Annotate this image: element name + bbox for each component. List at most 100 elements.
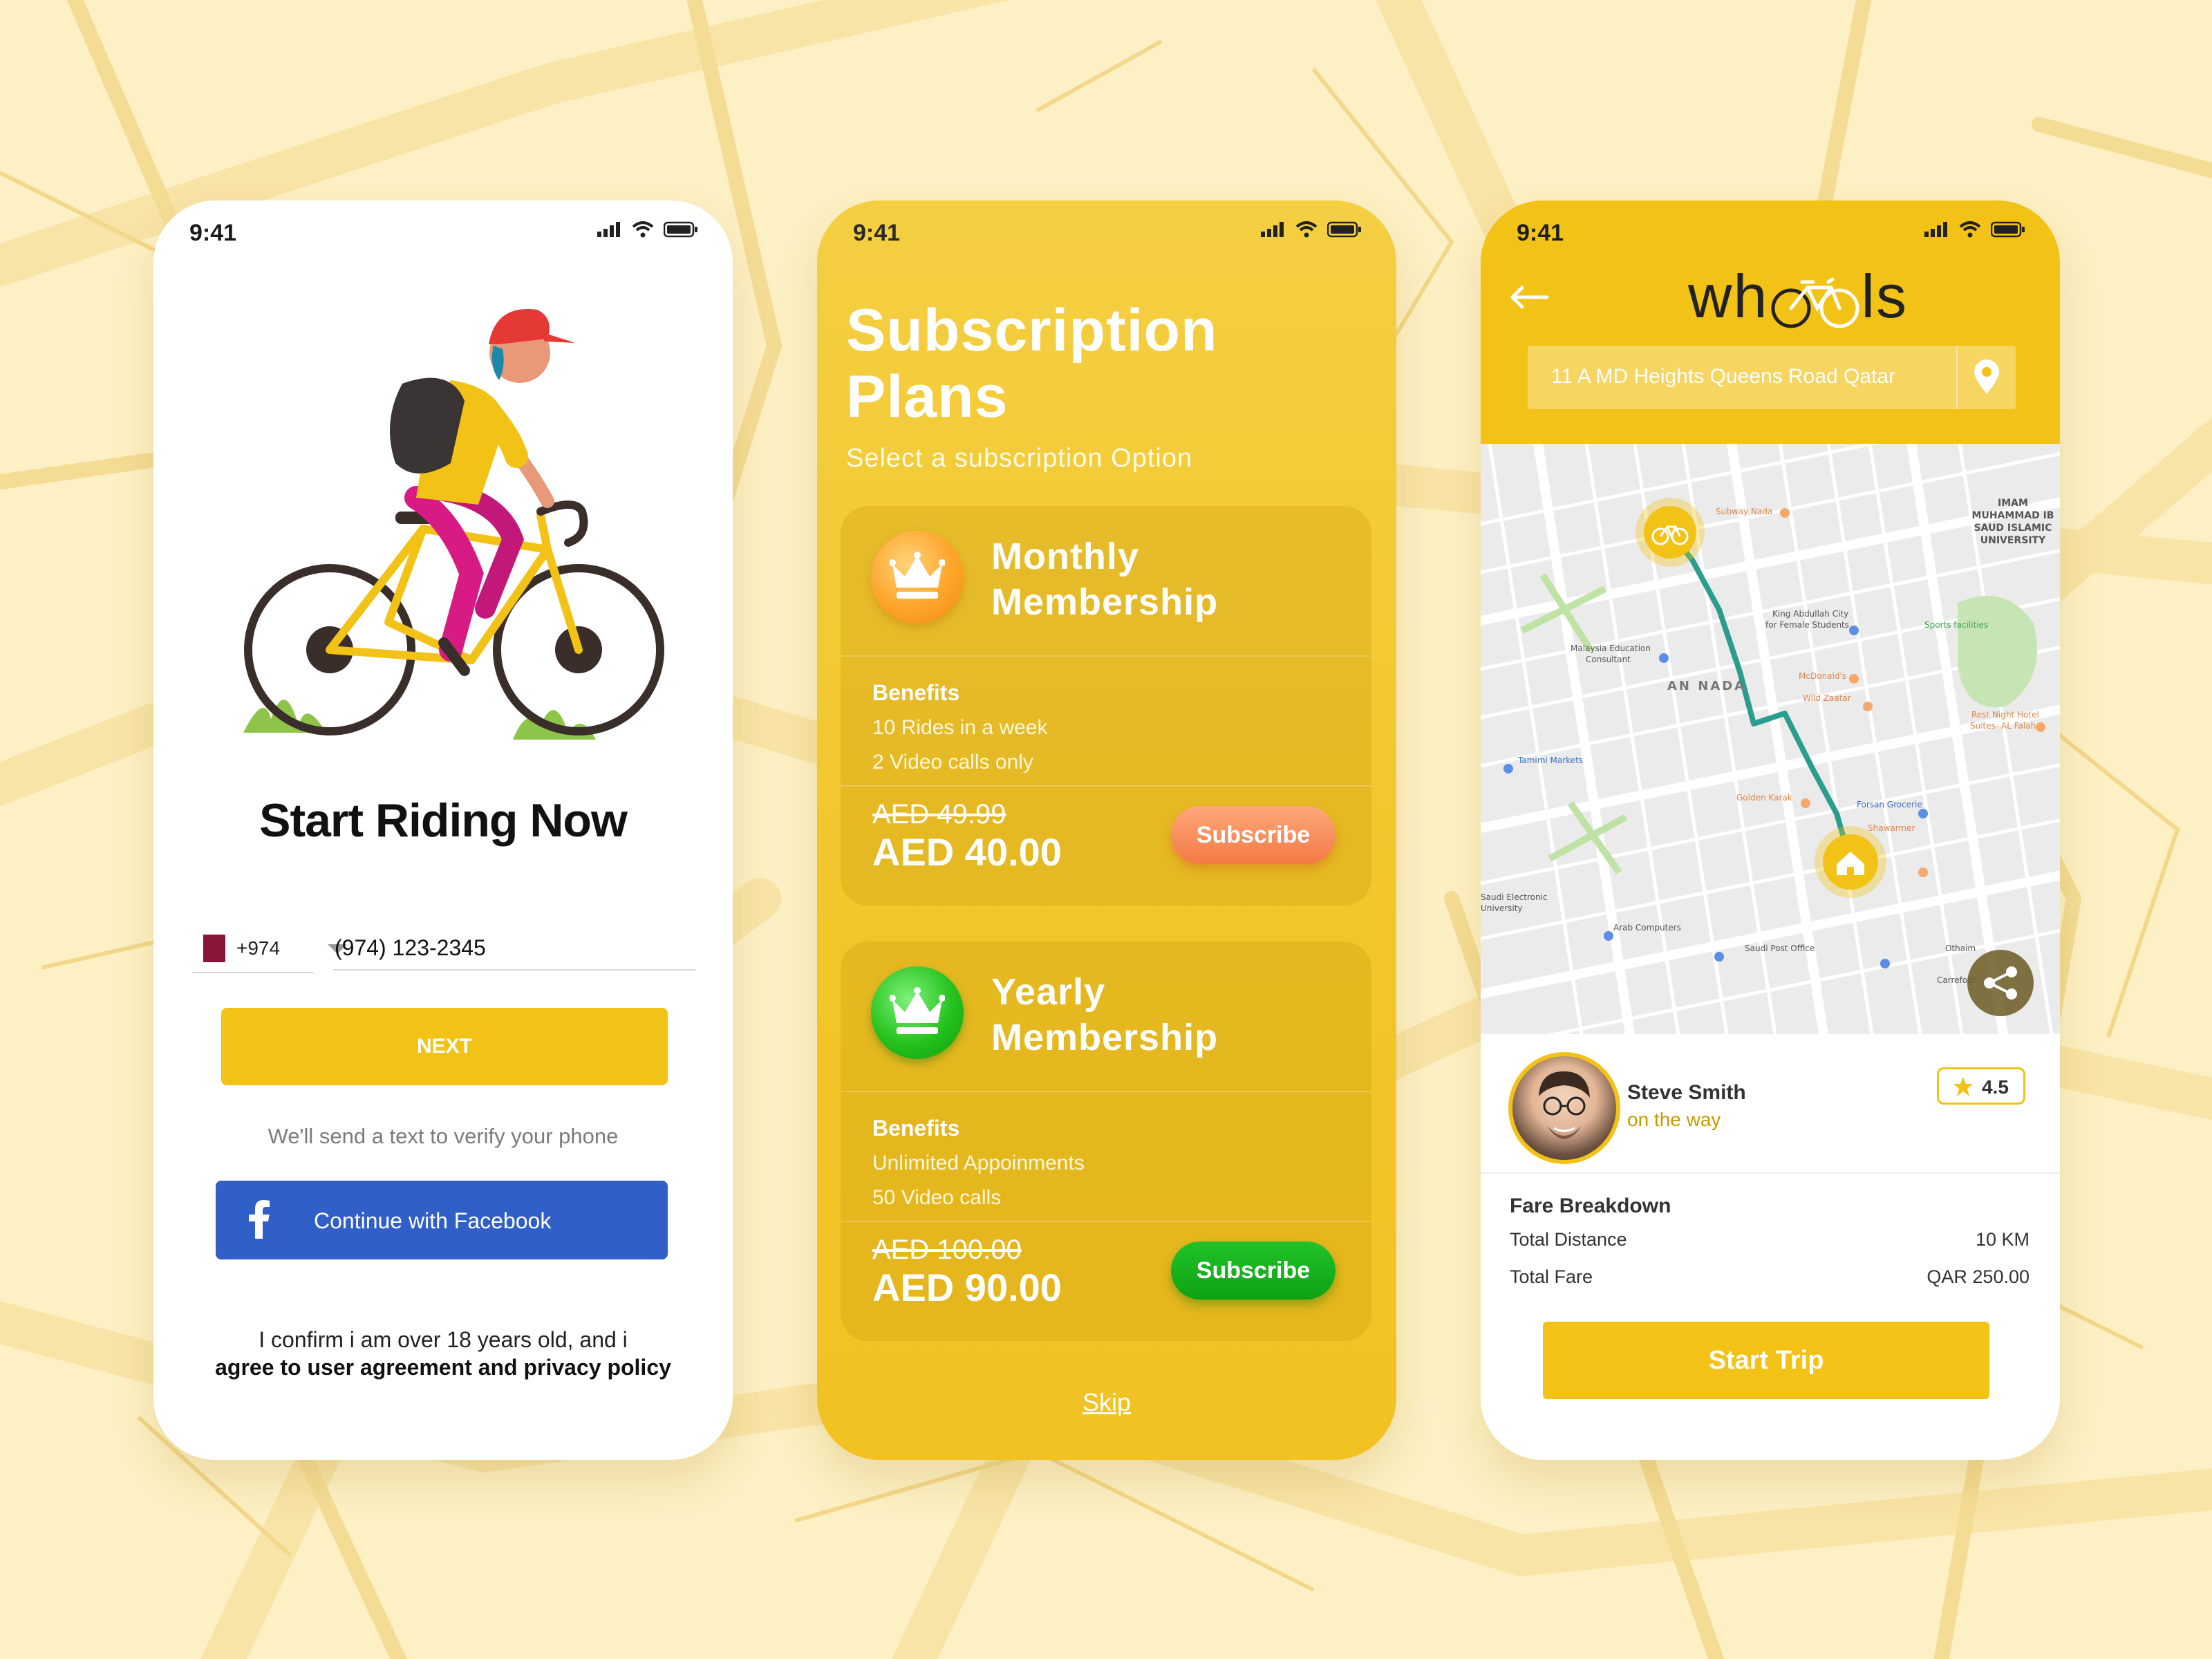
battery-icon (664, 221, 697, 238)
plan-name-line-2: Membership (991, 1017, 1219, 1058)
country-code-underline (192, 972, 314, 973)
facebook-icon (249, 1200, 270, 1239)
address-search-bar[interactable]: 11 A MD Heights Queens Road Qatar (1528, 346, 2016, 409)
plan-card-monthly[interactable]: Monthly Membership Benefits 10 Rides in … (841, 506, 1371, 906)
map-place-label: King Abdullah City (1772, 609, 1848, 619)
skip-link[interactable]: Skip (817, 1388, 1396, 1417)
benefit-item: 2 Video calls only (872, 751, 1033, 774)
map-place-label: Rest Night Hotel (1971, 710, 2039, 720)
fare-label: Total Fare (1510, 1266, 1593, 1287)
fare-value: QAR 250.00 (1927, 1266, 2030, 1287)
price: AED 40.00 (872, 830, 1062, 874)
phone-number-row: +974 (192, 926, 695, 973)
status-bar: 9:41 (817, 200, 1396, 276)
map-place-label: McDonald's (1799, 671, 1846, 681)
address-text[interactable]: 11 A MD Heights Queens Road Qatar (1551, 365, 1895, 388)
price: AED 90.00 (872, 1266, 1062, 1309)
battery-icon (1327, 221, 1361, 238)
driver-avatar (1508, 1052, 1620, 1164)
page-subtitle: Select a subscription Option (846, 444, 1193, 473)
plan-name-line-1: Yearly (991, 971, 1106, 1013)
plan-card-yearly[interactable]: Yearly Membership Benefits Unlimited App… (841, 941, 1371, 1341)
subscribe-button[interactable]: Subscribe (1171, 806, 1335, 864)
plan-name-line-1: Monthly (991, 536, 1139, 577)
route-map[interactable]: IMAM MUHAMMAD IB SAUD ISLAMIC UNIVERSITY… (1481, 444, 2060, 1034)
divider (1481, 1172, 2060, 1174)
bicycle-pin-icon[interactable] (1635, 498, 1705, 567)
fare-row: Total Fare QAR 250.00 (1510, 1266, 2030, 1288)
university-label-line: MUHAMMAD IB (1972, 510, 2054, 521)
share-icon[interactable] (1967, 950, 2034, 1016)
fare-breakdown-heading: Fare Breakdown (1510, 1194, 1671, 1217)
wifi-icon (632, 221, 654, 238)
status-time: 9:41 (189, 220, 237, 246)
crown-icon (871, 966, 964, 1059)
driver-status: on the way (1627, 1109, 1721, 1130)
phone-number-input[interactable] (333, 926, 695, 971)
map-place-label: Golden Karak (1736, 793, 1792, 803)
divider (1956, 346, 1958, 409)
benefit-item: 50 Video calls (872, 1186, 1002, 1209)
bicycle-logo-icon (1771, 277, 1859, 328)
location-pin-icon[interactable] (1973, 359, 2000, 395)
signal-icon (1924, 222, 1947, 237)
fare-value: 10 KM (1975, 1229, 2030, 1250)
benefits-heading: Benefits (872, 1116, 960, 1141)
start-trip-button[interactable]: Start Trip (1543, 1322, 1989, 1399)
old-price: AED 49.99 (872, 799, 1006, 830)
benefit-item: 10 Rides in a week (872, 716, 1048, 739)
wheels-logo: wh ls (1688, 261, 1908, 332)
driver-name: Steve Smith (1627, 1081, 1746, 1104)
map-place-label: University (1481, 903, 1523, 913)
benefits-heading: Benefits (872, 680, 960, 705)
map-place-label: Saudi Electronic (1481, 892, 1548, 902)
map-place-label: Sports facilities (1924, 620, 1988, 630)
benefit-item: Unlimited Appoinments (872, 1152, 1085, 1174)
map-place-label: Othaim (1945, 944, 1976, 953)
map-canvas: IMAM MUHAMMAD IB SAUD ISLAMIC UNIVERSITY… (1481, 444, 2060, 1034)
verify-hint-text: We'll send a text to verify your phone (268, 1124, 619, 1148)
logo-text-prefix: wh (1688, 262, 1769, 330)
map-place-label: Suites- AL Falah (1970, 721, 2036, 731)
university-label-line: SAUD ISLAMIC (1974, 523, 2052, 534)
map-place-label: Subway Nada (1716, 507, 1772, 516)
old-price: AED 100.00 (872, 1235, 1022, 1265)
district-label: AN NADA (1667, 679, 1746, 693)
map-place-label: Consultant (1586, 655, 1631, 664)
map-place-label: Tamimi Markets (1517, 756, 1583, 765)
qatar-flag-icon[interactable] (195, 935, 225, 962)
header: 9:41 wh ls 11 A MD Heights Queens Road Qa… (1481, 200, 2060, 444)
map-place-label: Shawarmer (1868, 823, 1915, 833)
plan-name-line-2: Membership (991, 581, 1219, 623)
country-code[interactable]: +974 (236, 937, 280, 959)
driver-panel: Steve Smith on the way 4.5 Fare Breakdow… (1481, 1034, 2060, 1460)
map-place-label: Wild Zaatar (1803, 693, 1851, 703)
subscribe-button[interactable]: Subscribe (1171, 1241, 1335, 1300)
plan-name: Monthly Membership (991, 534, 1218, 625)
page-title: Start Riding Now (259, 794, 628, 847)
terms-link[interactable]: agree to user agreement and privacy poli… (153, 1355, 733, 1380)
trip-screen: 9:41 wh ls 11 A MD Heights Queens Road Qa… (1481, 200, 2060, 1460)
wifi-icon (1959, 221, 1981, 238)
battery-icon (1991, 221, 2025, 238)
next-button[interactable]: NEXT (221, 1008, 668, 1085)
back-arrow-icon[interactable] (1508, 283, 1550, 311)
crown-icon (871, 531, 964, 624)
continue-with-facebook-button[interactable]: Continue with Facebook (216, 1181, 668, 1259)
map-place-label: Forsan Grocerie (1857, 800, 1922, 809)
plan-name: Yearly Membership (991, 969, 1218, 1060)
home-pin-icon[interactable] (1815, 826, 1886, 898)
fare-label: Total Distance (1510, 1229, 1627, 1250)
signal-icon (1261, 222, 1284, 237)
map-place-label: Arab Computers (1613, 923, 1681, 932)
logo-text-suffix: ls (1861, 262, 1909, 330)
page-title: Subscription Plans (846, 297, 1218, 430)
divider (841, 1091, 1371, 1092)
map-place-label: for Female Students (1765, 620, 1849, 630)
fare-row: Total Distance 10 KM (1510, 1229, 2030, 1250)
status-time: 9:41 (853, 220, 901, 246)
university-label-line: UNIVERSITY (1980, 535, 2046, 546)
cyclist-illustration (243, 309, 664, 740)
signal-icon (597, 222, 620, 237)
title-line-1: Subscription (846, 297, 1218, 364)
